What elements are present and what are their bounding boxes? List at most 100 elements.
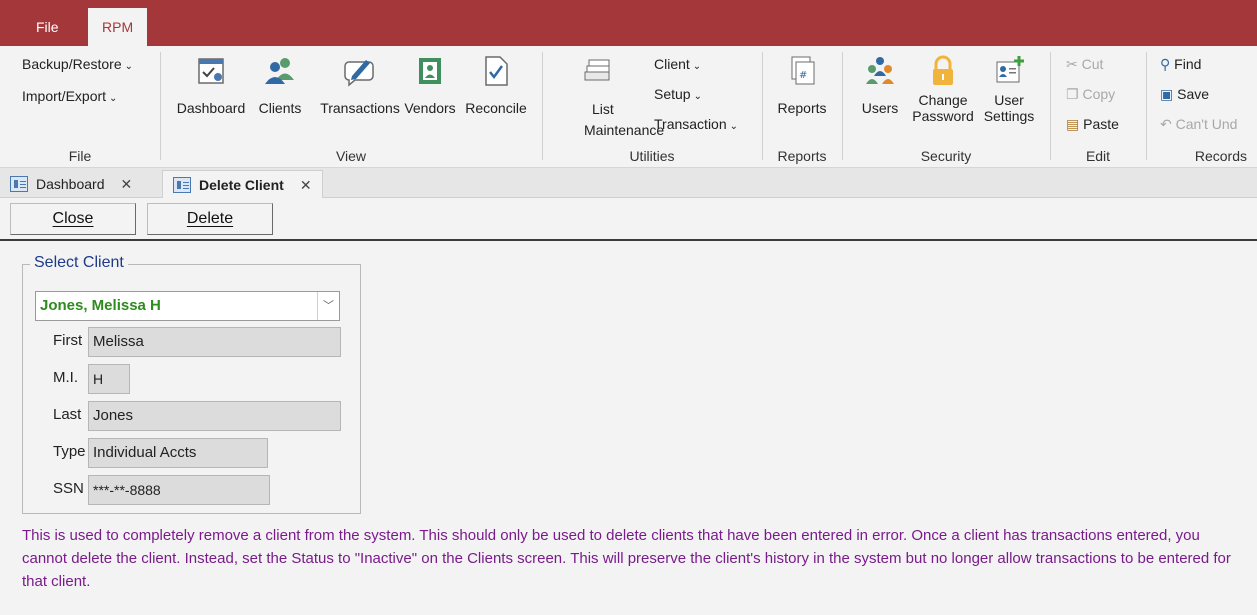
find-button[interactable]: ⚲ Find	[1160, 56, 1201, 73]
undo-label: Can't Und	[1175, 116, 1238, 132]
users-icon	[863, 54, 897, 88]
user-settings-icon	[992, 54, 1026, 88]
change-password-line2: Password	[912, 108, 974, 124]
save-button[interactable]: ▣ Save	[1160, 86, 1209, 103]
dashboard-button[interactable]: Dashboard	[172, 54, 250, 116]
copy-button[interactable]: ❐ Copy	[1066, 86, 1115, 103]
backup-restore-label: Backup/Restore	[22, 56, 122, 72]
scissors-icon: ✂	[1066, 56, 1078, 72]
doc-tab-delete-client[interactable]: Delete Client ✕	[162, 170, 323, 198]
doc-tab-label: Dashboard	[36, 176, 105, 192]
first-field[interactable]: Melissa	[88, 327, 341, 357]
ribbon-group-utilities: List Maintenance Client ⌄ Setup ⌄ Transact…	[542, 46, 762, 168]
mi-field[interactable]: H	[88, 364, 130, 394]
import-export-menu[interactable]: Import/Export ⌄	[22, 88, 117, 104]
ribbon-group-file: Backup/Restore ⌄ Import/Export ⌄ File	[0, 46, 160, 168]
paste-button[interactable]: ▤ Paste	[1066, 116, 1119, 133]
type-label: Type	[53, 443, 86, 460]
group-label-utilities: Utilities	[629, 148, 675, 164]
delete-button[interactable]: Delete	[147, 203, 273, 235]
undo-button[interactable]: ↶ Can't Und	[1160, 116, 1237, 133]
ribbon-group-view: Dashboard Clients Transactions Vendors R…	[160, 46, 542, 168]
reconcile-label: Reconcile	[465, 100, 527, 116]
client-menu[interactable]: Client ⌄	[654, 56, 701, 72]
cut-button[interactable]: ✂ Cut	[1066, 56, 1103, 73]
group-label-edit: Edit	[1085, 148, 1111, 164]
dashboard-icon	[194, 54, 228, 88]
chevron-down-icon: ⌄	[692, 61, 702, 72]
backup-restore-menu[interactable]: Backup/Restore ⌄	[22, 56, 133, 72]
client-menu-label: Client	[654, 56, 690, 72]
chevron-down-icon: ⌄	[729, 121, 739, 132]
reports-button[interactable]: # Reports	[770, 54, 834, 116]
reports-icon: #	[785, 54, 819, 88]
lock-icon	[926, 54, 960, 88]
change-password-button[interactable]: Change Password	[906, 54, 980, 124]
close-icon[interactable]: ✕	[121, 176, 133, 192]
save-label: Save	[1177, 86, 1210, 102]
setup-menu[interactable]: Setup ⌄	[654, 86, 702, 102]
list-maintenance-line1[interactable]: List	[592, 101, 614, 117]
undo-icon: ↶	[1160, 116, 1172, 132]
close-button-label: Close	[52, 210, 94, 227]
transactions-button[interactable]: Transactions	[310, 54, 410, 116]
form-icon	[10, 176, 28, 192]
form-header: Close Delete	[0, 199, 1257, 241]
group-label-security: Security	[920, 148, 972, 164]
clients-label: Clients	[258, 100, 302, 116]
close-button[interactable]: Close	[10, 203, 136, 235]
setup-menu-label: Setup	[654, 86, 691, 102]
pen-note-icon	[343, 54, 377, 88]
select-client-legend: Select Client	[30, 254, 128, 272]
tab-file[interactable]: File	[22, 8, 73, 46]
svg-text:#: #	[799, 70, 807, 81]
first-label: First	[53, 332, 83, 349]
reconcile-button[interactable]: Reconcile	[460, 54, 532, 116]
ribbon: Backup/Restore ⌄ Import/Export ⌄ File Dash…	[0, 46, 1257, 168]
user-settings-button[interactable]: User Settings	[976, 54, 1042, 124]
ssn-field[interactable]: ***-**-8888	[88, 475, 270, 505]
ribbon-group-records: ⚲ Find ▣ Save ↶ Can't Und Records	[1146, 46, 1257, 168]
users-button[interactable]: Users	[856, 54, 904, 116]
find-label: Find	[1174, 56, 1202, 72]
ribbon-group-security: Users Change Password User Settings Secu…	[842, 46, 1050, 168]
group-label-view: View	[335, 148, 367, 164]
type-field[interactable]: Individual Accts	[88, 438, 268, 468]
chevron-down-icon: ⌄	[693, 91, 702, 102]
ribbon-group-edit: ✂ Cut ❐ Copy ▤ Paste Edit	[1050, 46, 1146, 168]
transaction-menu[interactable]: Transaction ⌄	[654, 116, 738, 132]
clients-button[interactable]: Clients	[254, 54, 306, 116]
users-label: Users	[861, 100, 899, 116]
mi-label: M.I.	[53, 369, 78, 386]
last-field[interactable]: Jones	[88, 401, 341, 431]
list-maintenance-line2[interactable]: Maintenance	[584, 122, 664, 138]
clients-icon	[263, 54, 297, 88]
client-combobox-value: Jones, Melissa H	[40, 297, 161, 314]
doc-tab-dashboard[interactable]: Dashboard ✕	[0, 170, 142, 198]
delete-button-label: Delete	[186, 210, 234, 227]
paste-label: Paste	[1083, 116, 1119, 132]
import-export-label: Import/Export	[22, 88, 107, 104]
chevron-down-icon[interactable]: ﹀	[317, 292, 339, 320]
change-password-line1: Change	[918, 92, 968, 108]
transactions-label: Transactions	[320, 100, 400, 116]
paste-icon: ▤	[1066, 116, 1080, 132]
doc-tab-label: Delete Client	[199, 177, 284, 193]
search-icon: ⚲	[1160, 56, 1171, 72]
ssn-label: SSN	[53, 480, 84, 497]
vendors-label: Vendors	[404, 100, 456, 116]
document-tab-strip: Dashboard ✕ Delete Client ✕	[0, 168, 1257, 198]
ribbon-tab-bar: File RPM	[0, 0, 1257, 46]
group-label-file: File	[68, 148, 92, 164]
tab-rpm[interactable]: RPM	[88, 8, 148, 46]
vendors-button[interactable]: Vendors	[400, 54, 460, 116]
group-label-reports: Reports	[777, 148, 827, 164]
close-icon[interactable]: ✕	[300, 177, 312, 193]
last-label: Last	[53, 406, 82, 423]
client-combobox[interactable]: Jones, Melissa H ﹀	[35, 291, 340, 321]
cut-label: Cut	[1081, 56, 1104, 72]
user-settings-line2: Settings	[983, 108, 1035, 124]
reports-label: Reports	[777, 100, 827, 116]
chevron-down-icon: ⌄	[109, 93, 118, 104]
transaction-menu-label: Transaction	[654, 116, 727, 132]
